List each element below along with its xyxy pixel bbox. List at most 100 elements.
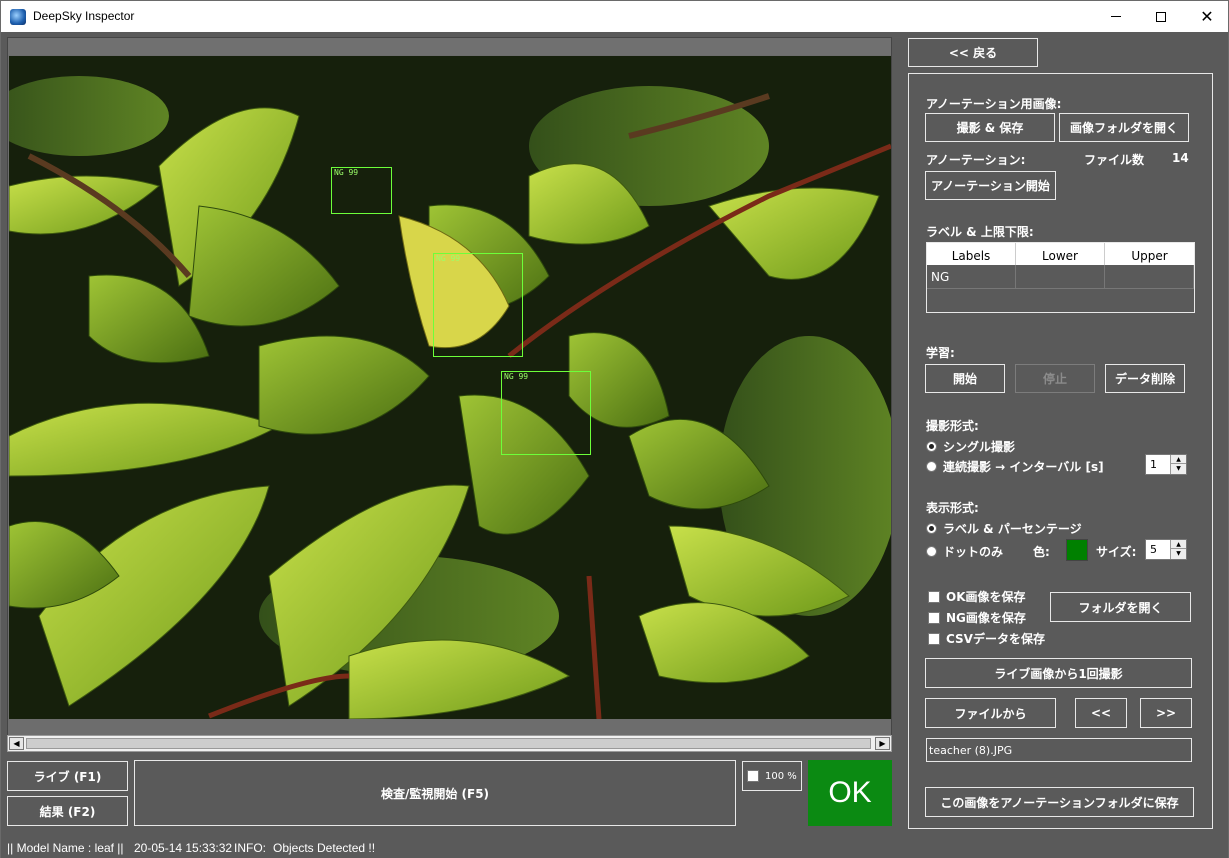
detection-box: NG 99 [501, 371, 591, 455]
column-header-upper: Upper [1131, 249, 1168, 263]
image-viewer: NG 99 NG 99 NG 99 [7, 37, 892, 752]
size-spinner[interactable]: 5 ▲ ▼ [1145, 539, 1187, 560]
zoom-100-label: 100 % [765, 770, 797, 782]
label-percentage-label: ラベル & パーセンテージ [943, 522, 1082, 536]
file-count-value: 14 [1172, 151, 1189, 165]
column-header-lower: Lower [1016, 243, 1105, 265]
results-button[interactable]: 結果 (F2) [7, 796, 128, 826]
labels-heading: ラベル & 上限下限: [926, 225, 1034, 239]
detection-label: NG 99 [504, 372, 529, 381]
scroll-left-icon[interactable]: ◀ [9, 737, 24, 750]
size-label: サイズ: [1096, 545, 1137, 559]
table-cell-lower[interactable] [1016, 265, 1105, 288]
training-heading: 学習: [926, 346, 955, 360]
live-button[interactable]: ライブ (F1) [7, 761, 128, 791]
radio-selected-icon [926, 523, 937, 534]
viewer-top-strip [8, 38, 891, 55]
spin-down-icon[interactable]: ▼ [1171, 464, 1186, 473]
continuous-capture-radio[interactable]: 連続撮影 → インターバル [s] [926, 458, 1104, 475]
minimize-button[interactable] [1093, 1, 1139, 32]
status-model-name: || Model Name : leaf || [7, 841, 124, 855]
status-bar: || Model Name : leaf || 20-05-14 15:33:3… [1, 838, 1228, 858]
capture-once-live-button[interactable]: ライブ画像から1回撮影 [925, 658, 1192, 688]
interval-value: 1 [1150, 458, 1157, 471]
color-label: 色: [1033, 545, 1050, 559]
start-annotation-button[interactable]: アノーテーション開始 [925, 171, 1056, 200]
delete-data-button[interactable]: データ削除 [1105, 364, 1185, 393]
minimize-icon [1111, 16, 1121, 17]
continuous-capture-label: 連続撮影 → インターバル [s] [943, 460, 1104, 474]
window-title: DeepSky Inspector [33, 9, 135, 23]
detection-box: NG 99 [433, 253, 523, 357]
radio-selected-icon [926, 441, 937, 452]
maximize-icon [1156, 11, 1166, 22]
status-info-label: INFO: [234, 841, 266, 855]
inspection-image[interactable]: NG 99 NG 99 NG 99 [9, 56, 891, 719]
single-capture-radio[interactable]: シングル撮影 [926, 438, 1015, 455]
spin-up-icon[interactable]: ▲ [1171, 540, 1186, 549]
app-icon [10, 9, 26, 25]
save-to-annotation-folder-button[interactable]: この画像をアノーテーションフォルダに保存 [925, 787, 1194, 817]
maximize-button[interactable] [1138, 1, 1184, 32]
capture-mode-heading: 撮影形式: [926, 419, 979, 433]
table-cell-upper[interactable] [1105, 265, 1194, 288]
status-info-text: Objects Detected !! [273, 841, 376, 855]
open-image-folder-button[interactable]: 画像フォルダを開く [1059, 113, 1189, 142]
interval-spinner[interactable]: 1 ▲ ▼ [1145, 454, 1187, 475]
single-capture-label: シングル撮影 [943, 440, 1016, 454]
from-file-button[interactable]: ファイルから [925, 698, 1056, 728]
display-mode-heading: 表示形式: [926, 501, 979, 515]
status-timestamp: 20-05-14 15:33:32 [134, 841, 233, 855]
annotation-heading: アノーテーション: [926, 153, 1026, 167]
checkbox-icon [928, 590, 940, 603]
size-value: 5 [1150, 543, 1157, 556]
next-file-button[interactable]: >> [1140, 698, 1192, 728]
save-csv-label: CSVデータを保存 [946, 632, 1045, 646]
zoom-100-checkbox[interactable]: 100 % [742, 761, 802, 791]
save-ng-checkbox[interactable]: NG画像を保存 [928, 609, 1026, 626]
checkbox-icon [928, 611, 940, 624]
column-header-labels: Labels [927, 243, 1016, 265]
main-window: NG 99 NG 99 NG 99 ◀ ▶ ライブ (F1) 結果 (F2) 検… [0, 32, 1229, 858]
labels-table[interactable]: Labels Lower Upper NG [926, 242, 1195, 313]
scroll-thumb[interactable] [26, 738, 871, 749]
checkbox-icon [928, 632, 940, 645]
table-header: Labels Lower Upper [927, 243, 1194, 265]
control-panel: アノーテーション用画像: 撮影 & 保存 画像フォルダを開く アノーテーション:… [908, 73, 1213, 829]
save-csv-checkbox[interactable]: CSVデータを保存 [928, 630, 1045, 647]
previous-file-button[interactable]: << [1075, 698, 1127, 728]
spin-down-icon[interactable]: ▼ [1171, 549, 1186, 558]
save-ok-checkbox[interactable]: OK画像を保存 [928, 588, 1026, 605]
detection-label: NG 99 [436, 254, 461, 263]
label-percentage-radio[interactable]: ラベル & パーセンテージ [926, 520, 1082, 537]
result-indicator: OK [808, 760, 892, 826]
checkbox-icon [747, 770, 759, 782]
spin-up-icon[interactable]: ▲ [1171, 455, 1186, 464]
table-row[interactable]: NG [927, 265, 1194, 289]
current-file-field[interactable]: teacher (8).JPG [926, 738, 1192, 762]
close-button[interactable]: ✕ [1184, 1, 1229, 32]
start-inspection-button[interactable]: 検査/監視開始 (F5) [134, 760, 736, 826]
detection-label: NG 99 [334, 168, 359, 177]
dot-color-swatch[interactable] [1066, 539, 1088, 561]
save-ok-label: OK画像を保存 [946, 590, 1026, 604]
scroll-right-icon[interactable]: ▶ [875, 737, 890, 750]
detection-box: NG 99 [331, 167, 392, 214]
back-button[interactable]: << 戻る [908, 38, 1038, 67]
radio-icon [926, 461, 937, 472]
close-icon: ✕ [1200, 7, 1214, 26]
save-ng-label: NG画像を保存 [946, 611, 1026, 625]
train-start-button[interactable]: 開始 [925, 364, 1005, 393]
horizontal-scrollbar[interactable]: ◀ ▶ [7, 735, 892, 752]
capture-save-button[interactable]: 撮影 & 保存 [925, 113, 1055, 142]
table-cell-label[interactable]: NG [927, 265, 1016, 288]
file-count-label: ファイル数 [1084, 153, 1145, 167]
leaf-photo [9, 56, 891, 719]
annotation-images-heading: アノーテーション用画像: [926, 97, 1062, 111]
train-stop-button[interactable]: 停止 [1015, 364, 1095, 393]
dots-only-radio[interactable]: ドットのみ [926, 543, 1003, 560]
radio-icon [926, 546, 937, 557]
title-bar: DeepSky Inspector ✕ [0, 0, 1229, 32]
dots-only-label: ドットのみ [943, 545, 1004, 559]
open-folder-button[interactable]: フォルダを開く [1050, 592, 1191, 622]
